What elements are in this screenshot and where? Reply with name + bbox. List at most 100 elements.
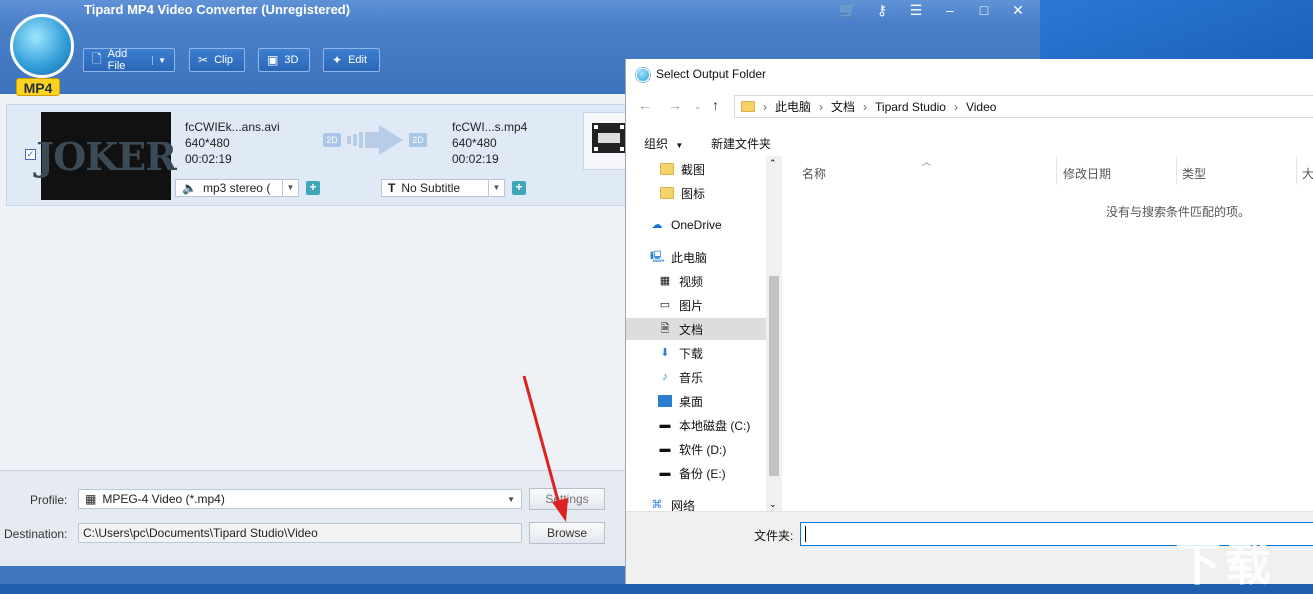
- mpeg4-icon: [592, 123, 626, 153]
- menu-icon[interactable]: ☰: [904, 2, 928, 19]
- chevron-down-icon[interactable]: ▼: [152, 55, 166, 65]
- computer-icon: 🖳: [650, 251, 665, 263]
- close-button[interactable]: ✕: [1006, 2, 1030, 19]
- nav-item-videos[interactable]: ▦ 视频: [626, 270, 766, 292]
- navigation-pane: 截图 图标 ☁ OneDrive 🖳 此电脑 ▦ 视频 ▭ 图片 🗎 文档 ⬇ …: [626, 156, 782, 513]
- music-icon: ♪: [662, 371, 668, 383]
- nav-item-desktop[interactable]: 桌面: [626, 390, 766, 412]
- output-resolution: 640*480: [452, 136, 497, 150]
- breadcrumb-separator: ›: [953, 99, 958, 114]
- navigation-scrollbar[interactable]: ⌃ ⌄: [766, 156, 782, 512]
- text-caret: [805, 526, 806, 542]
- minimize-button[interactable]: –: [938, 2, 962, 19]
- empty-message: 没有与搜索条件匹配的项。: [1106, 205, 1251, 219]
- organize-button[interactable]: 组织 ▼: [644, 135, 683, 152]
- output-duration: 00:02:19: [452, 152, 499, 166]
- nav-item-screenshots[interactable]: 截图: [626, 158, 766, 180]
- add-audio-button[interactable]: +: [306, 181, 320, 195]
- folder-icon: [741, 101, 755, 112]
- add-file-icon: 🗋: [92, 51, 102, 66]
- output-2d-badge: 2D: [409, 133, 427, 147]
- nav-item-this-pc[interactable]: 🖳 此电脑: [626, 246, 766, 268]
- breadcrumb-separator: ›: [863, 99, 868, 114]
- back-arrow-icon[interactable]: ←: [638, 97, 652, 113]
- output-format-icon[interactable]: [583, 112, 626, 170]
- address-bar[interactable]: › 此电脑 › 文档 › Tipard Studio › Video: [734, 95, 1313, 118]
- chevron-down-icon[interactable]: ▼: [282, 180, 298, 196]
- recent-chevron-icon[interactable]: ⌄: [694, 101, 702, 112]
- file-checkbox[interactable]: ✓: [25, 149, 36, 160]
- chevron-down-icon: ▼: [675, 141, 684, 150]
- convert-arrow-icon: [347, 125, 403, 155]
- breadcrumb-video[interactable]: Video: [966, 100, 996, 114]
- nav-item-icons[interactable]: 图标: [626, 182, 766, 204]
- nav-item-drive-c[interactable]: ▬ 本地磁盘 (C:): [626, 414, 766, 436]
- chevron-down-icon[interactable]: ▼: [507, 495, 515, 504]
- source-filename: fcCWIEk...ans.avi: [185, 120, 280, 134]
- audio-track-select[interactable]: 🔈 mp3 stereo ( ▼: [175, 179, 299, 197]
- bottom-panel: Profile: ▦ MPEG-4 Video (*.mp4) ▼ Settin…: [0, 470, 625, 566]
- 3d-icon: ▣: [267, 53, 279, 67]
- drive-icon: ▬: [659, 419, 671, 431]
- cart-icon[interactable]: 🛒: [836, 2, 860, 19]
- key-icon[interactable]: ⚷: [870, 2, 894, 19]
- breadcrumb-this-pc[interactable]: 此电脑: [775, 98, 811, 115]
- breadcrumb-tipard[interactable]: Tipard Studio: [875, 100, 946, 114]
- scroll-down-icon[interactable]: ⌄: [769, 499, 777, 510]
- nav-item-music[interactable]: ♪ 音乐: [626, 366, 766, 388]
- chevron-down-icon[interactable]: ▼: [488, 180, 504, 196]
- profile-select[interactable]: ▦ MPEG-4 Video (*.mp4) ▼: [78, 489, 522, 509]
- scrollbar-thumb[interactable]: [769, 276, 779, 476]
- picture-icon: ▭: [659, 299, 671, 311]
- speaker-icon: 🔈: [182, 181, 197, 195]
- input-2d-badge: 2D: [323, 133, 341, 147]
- video-icon: ▦: [659, 275, 671, 287]
- source-duration: 00:02:19: [185, 152, 232, 166]
- column-size[interactable]: 大: [1302, 165, 1313, 182]
- subtitle-select[interactable]: T No Subtitle ▼: [381, 179, 505, 197]
- column-type[interactable]: 类型: [1182, 165, 1206, 182]
- new-folder-button[interactable]: 新建文件夹: [711, 135, 771, 152]
- sort-arrow-icon: ︿: [922, 157, 932, 167]
- logo-badge: MP4: [16, 78, 60, 96]
- source-resolution: 640*480: [185, 136, 230, 150]
- column-name[interactable]: 名称: [802, 165, 826, 182]
- breadcrumb-separator: ›: [763, 99, 767, 114]
- title-bar: Tipard MP4 Video Converter (Unregistered…: [0, 0, 1040, 24]
- browse-button[interactable]: Browse: [529, 522, 605, 544]
- dialog-title: Select Output Folder: [656, 67, 767, 81]
- settings-button[interactable]: Settings: [529, 488, 605, 510]
- up-arrow-icon[interactable]: ↑: [712, 97, 719, 113]
- file-row[interactable]: ✓ JOKER fcCWIEk...ans.avi 640*480 00:02:…: [6, 104, 626, 206]
- edit-button[interactable]: ✦ Edit: [323, 48, 380, 72]
- scroll-up-icon[interactable]: ⌃: [769, 158, 777, 169]
- nav-item-onedrive[interactable]: ☁ OneDrive: [626, 214, 766, 236]
- output-filename: fcCWI...s.mp4: [452, 120, 528, 134]
- maximize-button[interactable]: □: [972, 2, 996, 19]
- add-file-button[interactable]: 🗋 Add File ▼: [83, 48, 175, 72]
- nav-item-documents[interactable]: 🗎 文档: [626, 318, 766, 340]
- add-subtitle-button[interactable]: +: [512, 181, 526, 195]
- clip-button[interactable]: ✂ Clip: [189, 48, 245, 72]
- desktop-icon: [658, 395, 672, 407]
- drive-icon: ▬: [659, 467, 671, 479]
- nav-item-drive-e[interactable]: ▬ 备份 (E:): [626, 462, 766, 484]
- app-logo: [10, 14, 74, 78]
- navigation-bar: ← → ⌄ ↑ › 此电脑 › 文档 › Tipard Studio › Vid…: [626, 95, 1313, 119]
- sparkle-icon: ✦: [332, 53, 343, 67]
- status-bar: [0, 566, 625, 584]
- folder-label: 文件夹:: [754, 529, 794, 543]
- forward-arrow-icon[interactable]: →: [668, 97, 682, 113]
- 3d-button[interactable]: ▣ 3D: [258, 48, 310, 72]
- breadcrumb-documents[interactable]: 文档: [831, 98, 855, 115]
- text-icon: T: [388, 181, 396, 195]
- app-title: Tipard MP4 Video Converter (Unregistered…: [84, 2, 351, 17]
- column-modified[interactable]: 修改日期: [1063, 165, 1111, 182]
- command-bar: 组织 ▼ 新建文件夹: [626, 129, 1313, 155]
- nav-item-pictures[interactable]: ▭ 图片: [626, 294, 766, 316]
- nav-item-downloads[interactable]: ⬇ 下载: [626, 342, 766, 364]
- destination-field[interactable]: C:\Users\pc\Documents\Tipard Studio\Vide…: [78, 523, 522, 543]
- download-icon: ⬇: [660, 347, 670, 359]
- nav-item-drive-d[interactable]: ▬ 软件 (D:): [626, 438, 766, 460]
- dialog-app-icon: [636, 68, 650, 82]
